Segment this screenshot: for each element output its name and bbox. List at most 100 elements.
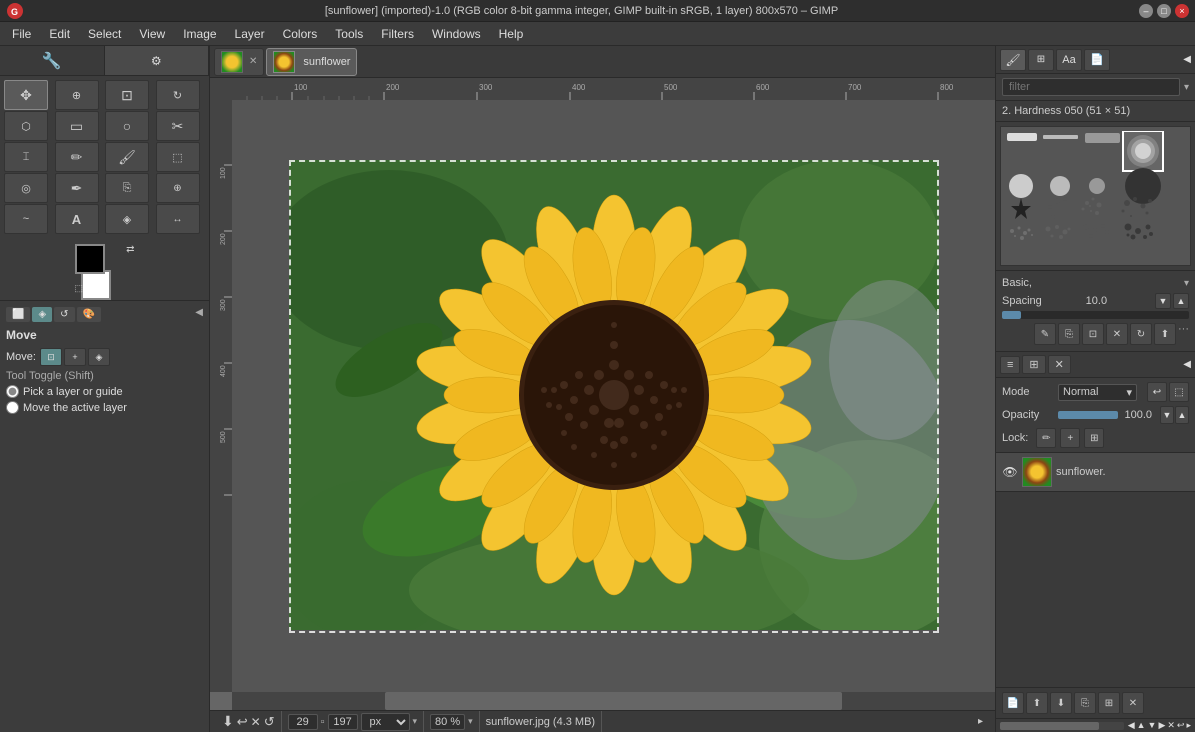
cancel-icon[interactable]: ✕ bbox=[251, 715, 261, 729]
brush-delete-btn[interactable]: ✕ bbox=[1106, 323, 1128, 345]
brush-copy-btn[interactable]: ⎘ bbox=[1058, 323, 1080, 345]
patterns-tab[interactable]: ⊞ bbox=[1028, 49, 1054, 71]
opacity-increase[interactable]: ▲ bbox=[1175, 406, 1189, 424]
image-tab-1-close[interactable]: ✕ bbox=[249, 56, 257, 67]
nav-del[interactable]: ✕ bbox=[1167, 720, 1175, 731]
tool-crop[interactable]: ⊡ bbox=[105, 80, 149, 110]
documents-tab[interactable]: 📄 bbox=[1084, 49, 1110, 71]
brush-filter-input[interactable] bbox=[1002, 78, 1180, 96]
right-hscroll-thumb[interactable] bbox=[1000, 722, 1099, 730]
menu-edit[interactable]: Edit bbox=[41, 25, 78, 43]
tool-clone[interactable]: ⎘ bbox=[105, 173, 149, 203]
background-color-swatch[interactable] bbox=[81, 270, 111, 300]
layers-tab-layers[interactable]: ≡ bbox=[1000, 356, 1020, 374]
opt-tab-config[interactable]: 🎨 bbox=[77, 307, 101, 322]
brush-more-btn[interactable]: ··· bbox=[1178, 323, 1189, 345]
tool-zoom[interactable]: ⊕ bbox=[55, 80, 99, 110]
tool-eraser[interactable]: ⬚ bbox=[156, 142, 200, 172]
layer-merge-btn[interactable]: ⊞ bbox=[1098, 692, 1120, 714]
spacing-decrease[interactable]: ▼ bbox=[1155, 293, 1171, 309]
move-active-radio[interactable] bbox=[6, 401, 19, 414]
menu-colors[interactable]: Colors bbox=[275, 25, 326, 43]
move-path-icon[interactable]: ◈ bbox=[88, 348, 110, 366]
mode-undo[interactable]: ↩ bbox=[1147, 382, 1167, 402]
nav-down[interactable]: ▼ bbox=[1148, 720, 1157, 731]
layer-new-btn[interactable]: 📄 bbox=[1002, 692, 1024, 714]
minimize-button[interactable]: – bbox=[1139, 4, 1153, 18]
menu-select[interactable]: Select bbox=[80, 25, 129, 43]
tool-paintbrush[interactable]: 🖌 bbox=[105, 142, 149, 172]
tool-color-picker[interactable]: ◈ bbox=[105, 204, 149, 234]
nav-right-end[interactable]: ▶ bbox=[1158, 720, 1165, 731]
zoom-dropdown-arrow[interactable]: ▾ bbox=[468, 716, 473, 727]
opt-tab-history[interactable]: ↺ bbox=[54, 307, 74, 322]
layers-panel-menu[interactable]: ◀ bbox=[1183, 359, 1191, 370]
layer-row-sunflower[interactable]: 👁 sunflower. bbox=[996, 453, 1195, 492]
nav-undo2[interactable]: ↩ bbox=[1177, 720, 1185, 731]
opt-tab-new[interactable]: ⬜ bbox=[6, 307, 30, 322]
reset-colors-icon[interactable]: ⬚ bbox=[75, 283, 84, 294]
move-layer-icon[interactable]: ⊡ bbox=[40, 348, 62, 366]
brush-edit-btn[interactable]: ✎ bbox=[1034, 323, 1056, 345]
tool-rotate[interactable]: ↻ bbox=[156, 80, 200, 110]
opacity-bar[interactable] bbox=[1058, 411, 1118, 419]
fonts-tab[interactable]: Aa bbox=[1056, 49, 1082, 71]
layer-raise-btn[interactable]: ⬆ bbox=[1026, 692, 1048, 714]
tool-pencil[interactable]: ✏ bbox=[55, 142, 99, 172]
right-panel-menu[interactable]: ◀ bbox=[1183, 54, 1191, 65]
menu-view[interactable]: View bbox=[131, 25, 173, 43]
tool-airbrush[interactable]: ◎ bbox=[4, 173, 48, 203]
lock-paint-icon[interactable]: ✏ bbox=[1036, 428, 1056, 448]
brush-preset-dropdown[interactable]: ▾ bbox=[1184, 278, 1189, 289]
tool-move[interactable]: ✥ bbox=[4, 80, 48, 110]
mode-select[interactable]: Normal ▾ bbox=[1058, 384, 1137, 401]
layers-tab-paths[interactable]: ✕ bbox=[1048, 355, 1071, 374]
tool-tab-options[interactable]: ⚙ bbox=[105, 46, 210, 75]
move-guide-icon[interactable]: + bbox=[64, 348, 86, 366]
nav-redo2[interactable]: ▸ bbox=[1186, 720, 1191, 731]
right-hscroll[interactable] bbox=[1000, 722, 1124, 730]
layer-visibility-toggle[interactable]: 👁 bbox=[1002, 464, 1018, 480]
tool-ink[interactable]: ✒ bbox=[55, 173, 99, 203]
scrollbar-thumb[interactable] bbox=[385, 692, 843, 710]
lock-move-icon[interactable]: + bbox=[1060, 428, 1080, 448]
unit-select[interactable]: px mm in bbox=[361, 713, 410, 731]
expand-tool-options[interactable]: ◀ bbox=[195, 307, 203, 322]
close-button[interactable]: × bbox=[1175, 4, 1189, 18]
maximize-button[interactable]: □ bbox=[1157, 4, 1171, 18]
opacity-decrease[interactable]: ▼ bbox=[1160, 406, 1174, 424]
nav-left[interactable]: ◀ bbox=[1128, 720, 1135, 731]
export-icon[interactable]: ⬇ bbox=[222, 713, 234, 730]
image-tab-2[interactable]: sunflower bbox=[266, 48, 357, 76]
horizontal-scrollbar[interactable] bbox=[232, 692, 995, 710]
layer-lower-btn[interactable]: ⬇ bbox=[1050, 692, 1072, 714]
brushes-tab[interactable]: 🖌 bbox=[1000, 49, 1026, 71]
brush-new-btn[interactable]: ⊡ bbox=[1082, 323, 1104, 345]
tool-paths[interactable]: ⌶ bbox=[4, 142, 48, 172]
foreground-color-swatch[interactable] bbox=[75, 244, 105, 274]
tool-smudge[interactable]: ~ bbox=[4, 204, 48, 234]
restore-icon[interactable]: ↺ bbox=[264, 714, 275, 730]
menu-filters[interactable]: Filters bbox=[373, 25, 422, 43]
tool-measure[interactable]: ↔ bbox=[156, 204, 200, 234]
brush-refresh-btn[interactable]: ↻ bbox=[1130, 323, 1152, 345]
brush-export-btn[interactable]: ⬆ bbox=[1154, 323, 1176, 345]
menu-help[interactable]: Help bbox=[491, 25, 532, 43]
tool-free-select[interactable]: ⬡ bbox=[4, 111, 48, 141]
swap-colors-icon[interactable]: ⇄ bbox=[126, 244, 134, 255]
menu-windows[interactable]: Windows bbox=[424, 25, 489, 43]
opt-tab-tool[interactable]: ◈ bbox=[32, 307, 52, 322]
tool-scissors[interactable]: ✂ bbox=[156, 111, 200, 141]
pick-layer-radio[interactable] bbox=[6, 385, 19, 398]
image-tab-1[interactable]: ✕ bbox=[214, 48, 264, 76]
status-expand[interactable]: ▸ bbox=[978, 716, 983, 727]
tool-heal[interactable]: ⊕ bbox=[156, 173, 200, 203]
spacing-bar[interactable] bbox=[1002, 311, 1189, 319]
lock-alpha-icon[interactable]: ⊞ bbox=[1084, 428, 1104, 448]
layer-delete-btn[interactable]: ✕ bbox=[1122, 692, 1144, 714]
layers-tab-channels[interactable]: ⊞ bbox=[1022, 355, 1045, 374]
filter-dropdown-arrow[interactable]: ▾ bbox=[1184, 82, 1189, 93]
menu-file[interactable]: File bbox=[4, 25, 39, 43]
menu-image[interactable]: Image bbox=[175, 25, 224, 43]
menu-tools[interactable]: Tools bbox=[327, 25, 371, 43]
